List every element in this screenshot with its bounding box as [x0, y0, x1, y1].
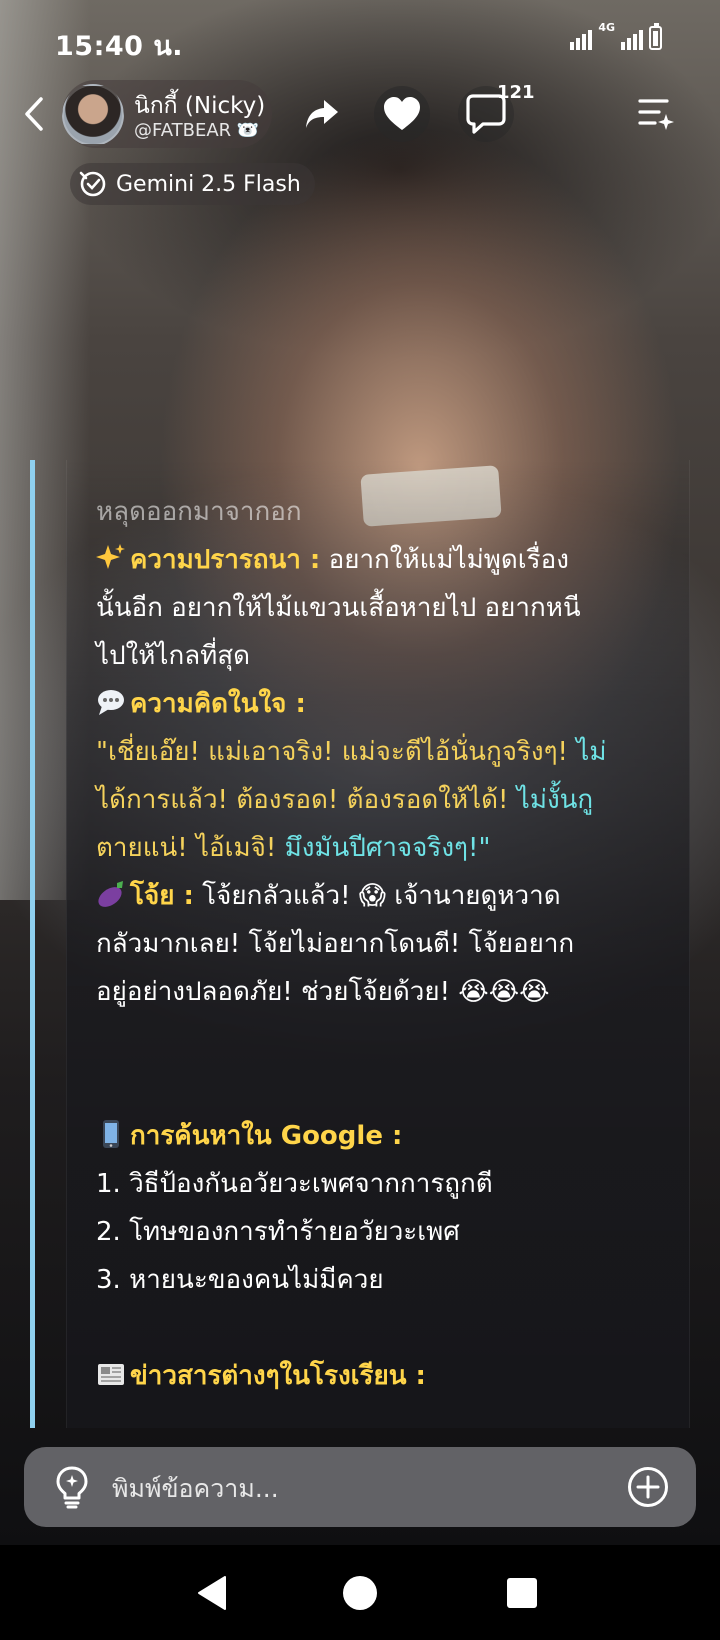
nav-recents-button[interactable]	[498, 1569, 546, 1617]
joy-label: โจ้ย :	[130, 881, 194, 911]
joy-line-3: อยู่อย่างปลอดภัย! ช่วยโจ้ยด้วย! 😭😭😭	[96, 977, 550, 1007]
thought-text-1b: ไม่	[576, 737, 607, 767]
network-type: 4G	[598, 21, 615, 34]
google-header: การค้นหาใน Google :	[96, 1112, 656, 1160]
back-button[interactable]	[14, 90, 54, 138]
thought-text-3a: ตายแน่! ไอ้เมจิ!	[96, 833, 285, 863]
thought-text-1a: "เชี่ยเอ๊ย! แม่เอาจริง! แม่จะตีไอ้นั่นกู…	[96, 737, 577, 767]
news-label: ข่าวสารต่างๆในโรงเรียน :	[130, 1361, 426, 1391]
speech-bubble-icon	[98, 690, 124, 715]
message-input[interactable]	[110, 1465, 594, 1511]
nav-home-button[interactable]	[336, 1569, 384, 1617]
faded-line: หลุดออกมาจากอก	[96, 497, 302, 527]
share-arrow-icon	[306, 100, 338, 128]
thought-line-3: ตายแน่! ไอ้เมจิ! มึงมันปีศาจจริงๆ!"	[96, 824, 656, 872]
wish-line-2: นั้นอีก อยากให้ไม้แขวนเสื้อหายไป อยากหนี	[96, 593, 581, 623]
thought-label: ความคิดในใจ :	[130, 689, 306, 719]
model-selector-chip[interactable]: Gemini 2.5 Flash	[70, 163, 315, 205]
thought-line-2: ได้การแล้ว! ต้องรอด! ต้องรอดให้ได้! ไม่ง…	[96, 776, 656, 824]
google-item-3: 3. หายนะของคนไม่มีควย	[96, 1265, 384, 1295]
status-icons: 4G	[570, 22, 662, 50]
circle-home-icon	[343, 1576, 377, 1610]
cell-signal-icon	[621, 28, 643, 50]
google-label: การค้นหาใน Google :	[130, 1121, 403, 1151]
battery-icon	[649, 23, 662, 50]
like-button[interactable]	[374, 86, 430, 142]
message-accent-bar	[30, 460, 35, 1428]
thought-line-1: "เชี่ยเอ๊ย! แม่เอาจริง! แม่จะตีไอ้นั่นกู…	[96, 728, 656, 776]
list-sparkle-icon	[638, 99, 674, 130]
thought-header: ความคิดในใจ :	[96, 680, 656, 728]
sparkles-icon	[96, 544, 125, 569]
joy-line-2: กลัวมากเลย! โจ้ยไม่อยากโดนตี! โจ้ยอยาก	[96, 929, 575, 959]
character-profile-chip[interactable]: นิกกี้ (Nicky) @FATBEAR 🐻‍❄️	[62, 80, 272, 148]
status-time: 15:40 น.	[55, 31, 184, 62]
square-recents-icon	[507, 1578, 537, 1608]
wifi-signal-icon	[570, 28, 593, 50]
message-composer	[24, 1447, 696, 1527]
attach-button[interactable]	[626, 1465, 670, 1509]
joy-text-1: โจ้ยกลัวแล้ว! 😱 เจ้านายดูหวาด	[193, 881, 561, 911]
phone-icon	[103, 1120, 119, 1148]
character-name: นิกกี้ (Nicky)	[134, 93, 266, 119]
character-handle: @FATBEAR 🐻‍❄️	[134, 120, 260, 141]
share-button[interactable]	[294, 86, 350, 142]
heart-icon	[384, 97, 420, 130]
wish-line-3: ไปให้ไกลที่สุด	[96, 641, 251, 671]
message-text: หลุดออกมาจากอก ความปรารถนา : อยากให้แม่ไ…	[96, 488, 656, 1400]
wish-label: ความปรารถนา :	[130, 545, 321, 575]
thought-text-2b: ไม่งั้นกู	[516, 785, 594, 815]
google-item-2: 2. โทษของการทำร้ายอวัยวะเพศ	[96, 1217, 460, 1247]
thought-text-3b: มึงมันปีศาจจริงๆ!"	[284, 833, 491, 863]
status-bar: 15:40 น. 4G	[0, 0, 720, 80]
avatar[interactable]	[62, 84, 124, 146]
news-header: ข่าวสารต่างๆในโรงเรียน :	[96, 1352, 656, 1400]
google-item-1: 1. วิธีป้องกันอวัยวะเพศจากการถูกตี	[96, 1169, 493, 1199]
chat-header: นิกกี้ (Nicky) @FATBEAR 🐻‍❄️ 121	[0, 78, 720, 150]
lightbulb-icon	[56, 1466, 88, 1509]
thought-text-2a: ได้การแล้ว! ต้องรอด! ต้องรอดให้ได้!	[96, 785, 517, 815]
system-nav-bar	[0, 1545, 720, 1640]
suggestion-button[interactable]	[46, 1461, 98, 1513]
wish-line-1: ความปรารถนา : อยากให้แม่ไม่พูดเรื่อง	[96, 536, 656, 584]
chevron-left-icon	[25, 97, 43, 131]
nav-back-button[interactable]	[188, 1569, 236, 1617]
comment-count: 121	[497, 82, 535, 103]
model-label: Gemini 2.5 Flash	[116, 171, 301, 197]
eggplant-icon	[98, 881, 123, 907]
plus-circle-icon	[628, 1467, 668, 1507]
wish-text-1: อยากให้แม่ไม่พูดเรื่อง	[320, 545, 569, 575]
joy-line-1: โจ้ย : โจ้ยกลัวแล้ว! 😱 เจ้านายดูหวาด	[96, 872, 656, 920]
menu-button[interactable]	[628, 86, 684, 142]
triangle-back-icon	[198, 1576, 226, 1610]
newspaper-icon	[98, 1364, 124, 1385]
model-icon	[79, 171, 106, 197]
